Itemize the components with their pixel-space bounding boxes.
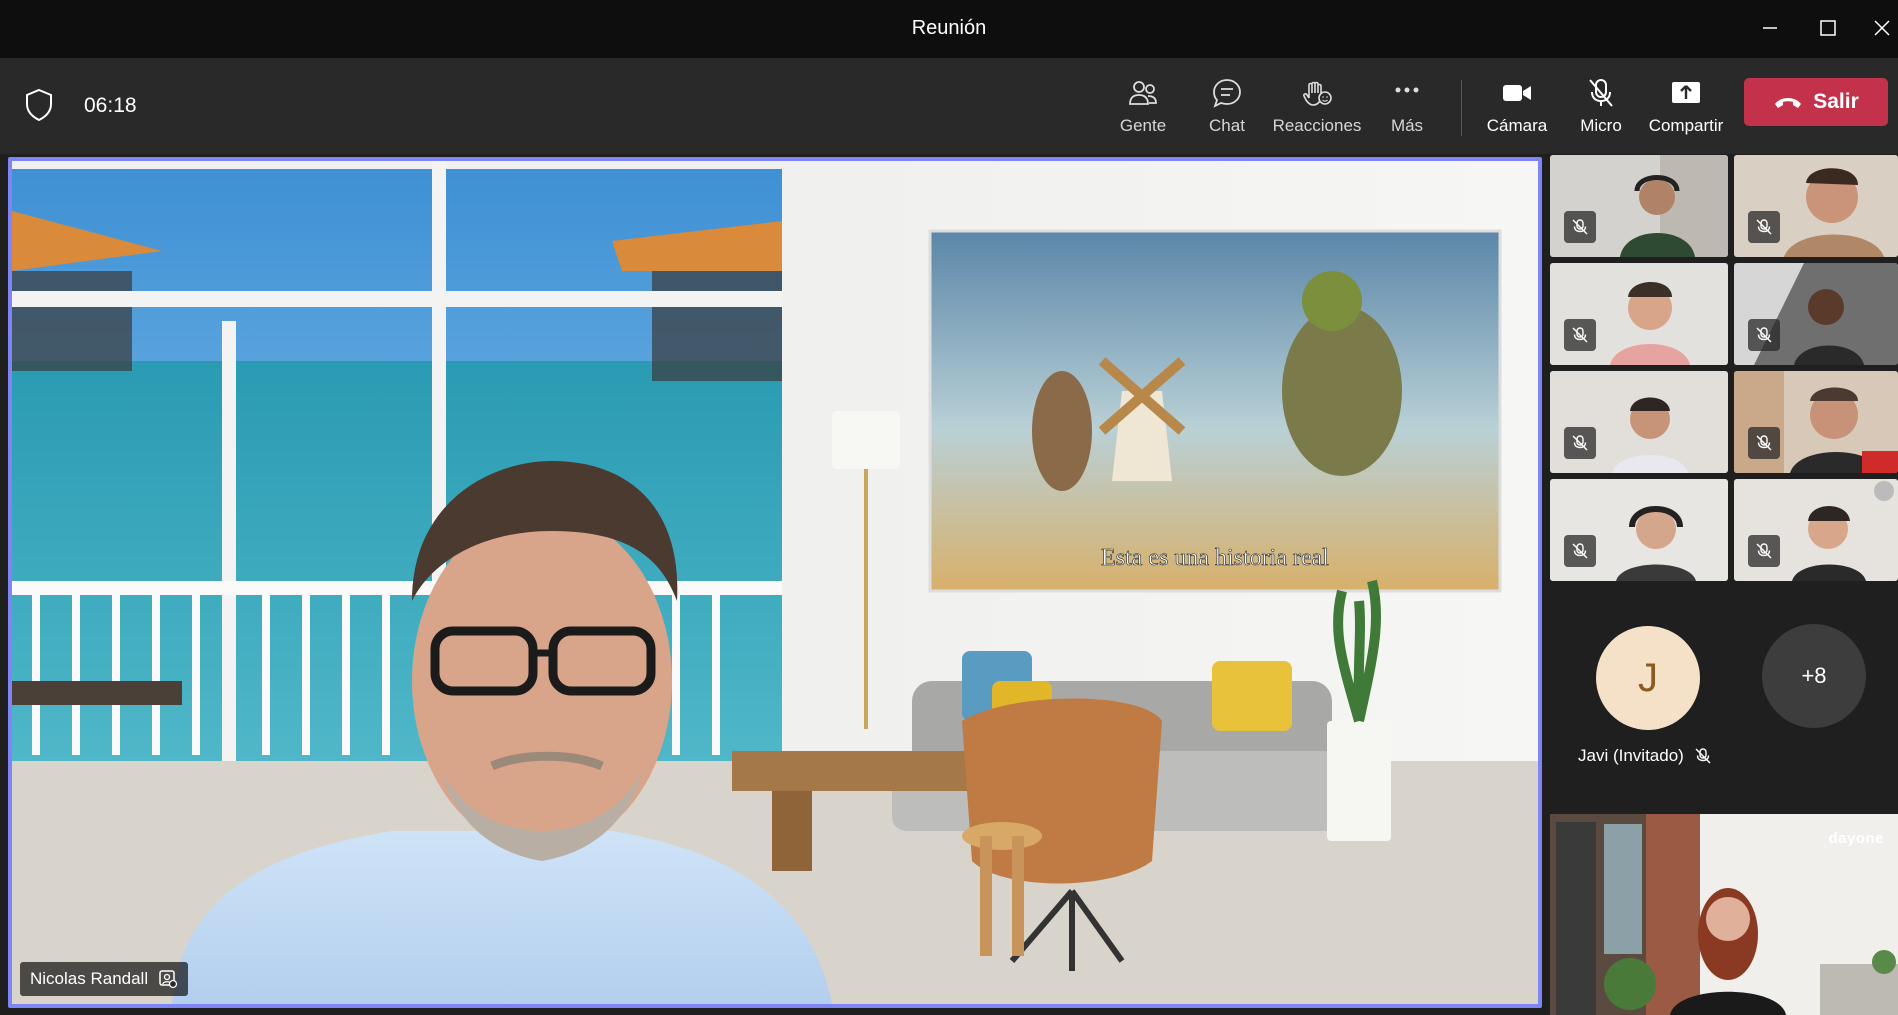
people-button[interactable]: Gente — [1098, 72, 1188, 146]
guest-name: Javi (Invitado) — [1578, 746, 1684, 765]
mic-button[interactable]: Micro — [1556, 72, 1646, 146]
more-participants-button[interactable]: +8 — [1762, 624, 1866, 728]
muted-indicator — [1748, 535, 1780, 567]
raise-hand-reaction-icon — [1303, 81, 1332, 106]
participant-tile[interactable] — [1550, 371, 1728, 473]
muted-indicator — [1748, 319, 1780, 351]
share-label: Compartir — [1648, 116, 1724, 135]
close-icon — [1874, 20, 1890, 36]
mic-label: Micro — [1580, 116, 1622, 135]
mic-off-icon — [1756, 543, 1772, 559]
participant-tile[interactable] — [1734, 155, 1898, 257]
mic-off-icon — [1572, 435, 1588, 451]
mic-off-icon — [1695, 748, 1711, 764]
guest-avatar[interactable]: J — [1596, 626, 1700, 730]
main-speaker-video[interactable]: Esta es una historia real Nicolas Randal… — [8, 157, 1542, 1008]
minimize-icon — [1763, 27, 1777, 29]
presenter-video-tile[interactable]: dayone — [1550, 814, 1898, 1015]
meeting-timer: 06:18 — [84, 94, 137, 117]
mic-off-icon — [1572, 327, 1588, 343]
window-title: Reunión — [911, 17, 987, 39]
speaker-name-tag: Nicolas Randall — [20, 962, 189, 996]
participant-tile[interactable] — [1734, 263, 1898, 365]
leave-label: Salir — [1813, 90, 1859, 113]
shield-icon[interactable] — [24, 88, 54, 122]
muted-indicator — [1564, 319, 1596, 351]
more-dots-icon — [1395, 87, 1419, 93]
muted-indicator — [1564, 535, 1596, 567]
participant-tile[interactable] — [1550, 479, 1728, 581]
mic-off-icon — [1589, 79, 1613, 107]
share-screen-icon — [1672, 82, 1700, 103]
chat-label: Chat — [1209, 116, 1245, 135]
mic-off-icon — [1756, 219, 1772, 235]
brand-watermark: dayone — [1828, 830, 1884, 847]
speaker-video-feed: Esta es una historia real — [12, 161, 1538, 1004]
maximize-icon — [1820, 20, 1836, 36]
more-participants-count: +8 — [1801, 663, 1827, 688]
reactions-button[interactable]: Reacciones — [1272, 72, 1362, 146]
camera-label: Cámara — [1486, 116, 1548, 135]
guest-initial: J — [1638, 655, 1658, 700]
participant-tile[interactable] — [1550, 263, 1728, 365]
muted-indicator — [1564, 427, 1596, 459]
chat-button[interactable]: Chat — [1182, 72, 1272, 146]
toolbar-divider — [1461, 80, 1462, 136]
leave-button[interactable]: Salir — [1744, 78, 1888, 126]
close-button[interactable] — [1862, 10, 1898, 46]
meeting-toolbar: 06:18 Gente Chat Reacciones Más Cámara M… — [0, 58, 1898, 154]
background-effect-icon — [159, 970, 178, 989]
people-icon — [1129, 81, 1157, 105]
minimize-button[interactable] — [1750, 10, 1790, 46]
mic-off-icon — [1572, 219, 1588, 235]
participant-tile[interactable] — [1734, 371, 1898, 473]
more-options-button[interactable]: Más — [1362, 72, 1452, 146]
muted-indicator — [1748, 427, 1780, 459]
camera-button[interactable]: Cámara — [1472, 72, 1562, 146]
chat-icon — [1213, 79, 1241, 108]
title-bar: Reunión — [0, 0, 1898, 58]
muted-indicator — [1564, 211, 1596, 243]
participant-tile[interactable] — [1550, 155, 1728, 257]
hang-up-icon — [1775, 98, 1802, 108]
people-label: Gente — [1119, 116, 1167, 135]
reactions-label: Reacciones — [1272, 116, 1362, 135]
camera-icon — [1503, 85, 1531, 101]
maximize-button[interactable] — [1808, 10, 1848, 46]
mic-off-icon — [1756, 435, 1772, 451]
guest-name-tag: Javi (Invitado) — [1578, 744, 1712, 768]
mic-off-icon — [1756, 327, 1772, 343]
speaker-name: Nicolas Randall — [30, 969, 149, 988]
share-button[interactable]: Compartir — [1641, 72, 1731, 146]
participant-tile[interactable] — [1734, 479, 1898, 581]
muted-indicator — [1748, 211, 1780, 243]
slide-caption: Esta es una historia real — [1101, 545, 1329, 571]
more-label: Más — [1390, 116, 1424, 135]
mic-off-icon — [1572, 543, 1588, 559]
